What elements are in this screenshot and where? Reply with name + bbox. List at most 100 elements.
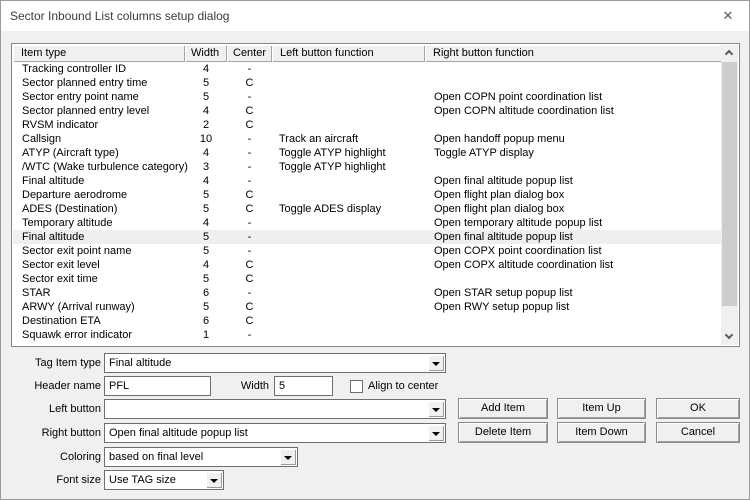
chevron-down-icon[interactable] [206,472,222,488]
cell-width: 6 [202,287,210,299]
font-size-value: Use TAG size [109,474,176,486]
table-row[interactable]: /WTC (Wake turbulence category) 3 - Toggle … [13,160,721,174]
table-row[interactable]: Sector exit point name 5 - Open COPX point … [13,244,721,258]
column-header-right-button[interactable]: Right button function [425,45,723,62]
delete-item-button[interactable]: Delete Item [458,422,548,443]
cell-center: C [245,189,254,201]
column-header-left-button[interactable]: Left button function [272,45,425,62]
right-button-label: Right button [41,427,101,439]
scroll-up-icon[interactable] [721,45,738,61]
cell-item: Departure aerodrome [22,189,128,201]
cell-width: 5 [202,203,210,215]
column-header-item-type[interactable]: Item type [13,45,185,62]
cell-center: C [245,119,254,131]
cell-width: 5 [202,245,210,257]
tag-item-type-label: Tag Item type [34,357,101,369]
chevron-down-icon[interactable] [428,355,444,371]
cell-center: C [245,77,254,89]
table-row[interactable]: Sector entry point name 5 - Open COPN point… [13,90,721,104]
cell-width: 2 [202,119,210,131]
cell-item: Sector entry point name [22,91,139,103]
cell-width: 5 [202,91,210,103]
coloring-value: based on final level [109,451,204,463]
cell-width: 4 [202,175,210,187]
cell-center: C [245,273,254,285]
cell-right: Open final altitude popup list [434,175,573,187]
table-row[interactable]: Final altitude 5 - Open final altitude popu… [13,230,721,244]
cell-width: 4 [202,105,210,117]
table-row[interactable]: ATYP (Aircraft type) 4 - Toggle ATYP highli… [13,146,721,160]
table-row[interactable]: Destination ETA 6 C [13,314,721,328]
cell-right: Open flight plan dialog box [434,189,565,201]
table-row[interactable]: Sector planned entry level 4 C Open COPN al… [13,104,721,118]
align-to-center-checkbox[interactable] [350,380,363,393]
cell-item: ADES (Destination) [22,203,118,215]
cell-left: Toggle ADES display [279,203,382,215]
cell-item: Callsign [22,133,62,145]
cell-item: Destination ETA [22,315,101,327]
cell-right: Open COPX point coordination list [434,245,602,257]
scrollbar-thumb[interactable] [722,62,737,306]
width-input[interactable] [274,376,333,396]
item-up-button[interactable]: Item Up [557,398,646,419]
cell-item: Sector exit point name [22,245,132,257]
cell-right: Open COPX altitude coordination list [434,259,614,271]
cell-item: Final altitude [22,175,85,187]
item-down-button[interactable]: Item Down [557,422,646,443]
ok-button[interactable]: OK [656,398,740,419]
table-row[interactable]: Temporary altitude 4 - Open temporary altit… [13,216,721,230]
chevron-down-icon[interactable] [280,449,296,465]
cell-width: 6 [202,315,210,327]
table-row[interactable]: ARWY (Arrival runway) 5 C Open RWY setup po… [13,300,721,314]
table-row[interactable]: STAR 6 - Open STAR setup popup list [13,286,721,300]
cell-center: - [247,245,252,257]
cell-center: C [245,105,254,117]
cell-right: Open COPN altitude coordination list [434,105,614,117]
table-row[interactable]: Sector exit level 4 C Open COPX altitude co… [13,258,721,272]
cell-center: - [247,133,252,145]
cell-center: - [247,147,252,159]
left-button-select[interactable] [104,399,446,419]
table-row[interactable]: Sector planned entry time 5 C [13,76,721,90]
chevron-down-icon[interactable] [428,425,444,441]
scroll-down-icon[interactable] [721,329,738,345]
table-row[interactable]: Tracking controller ID 4 - [13,62,721,76]
table-row[interactable]: Sector exit time 5 C [13,272,721,286]
cell-item: STAR [22,287,51,299]
cell-center: - [247,329,252,341]
column-header-center[interactable]: Center [227,45,272,62]
font-size-select[interactable]: Use TAG size [104,470,224,490]
tag-item-type-select[interactable]: Final altitude [104,353,446,373]
table-row[interactable]: RVSM indicator 2 C [13,118,721,132]
column-header-width[interactable]: Width [185,45,227,62]
cell-width: 5 [202,189,210,201]
add-item-button[interactable]: Add Item [458,398,548,419]
cell-item: ARWY (Arrival runway) [22,301,135,313]
table-row[interactable]: Departure aerodrome 5 C Open flight plan di… [13,188,721,202]
cell-width: 3 [202,161,210,173]
cell-item: Tracking controller ID [22,63,127,75]
table-row[interactable]: Final altitude 4 - Open final altitude popu… [13,174,721,188]
width-label: Width [240,380,269,392]
cell-right: Open flight plan dialog box [434,203,565,215]
cell-item: Final altitude [22,231,85,243]
table-row[interactable]: ADES (Destination) 5 C Toggle ADES display O… [13,202,721,216]
close-icon[interactable]: ✕ [717,1,739,31]
vertical-scrollbar[interactable] [721,45,738,345]
right-button-select[interactable]: Open final altitude popup list [104,423,446,443]
cell-item: Temporary altitude [22,217,113,229]
tag-item-type-value: Final altitude [109,357,172,369]
cell-item: Sector exit time [22,273,98,285]
cell-center: C [245,315,254,327]
cell-right: Open temporary altitude popup list [434,217,603,229]
cell-width: 10 [199,133,213,145]
cancel-button[interactable]: Cancel [656,422,740,443]
cell-width: 4 [202,147,210,159]
chevron-down-icon[interactable] [428,401,444,417]
right-button-value: Open final altitude popup list [109,427,248,439]
coloring-select[interactable]: based on final level [104,447,298,467]
table-row[interactable]: Callsign 10 - Track an aircraft Open handoff… [13,132,721,146]
font-size-label: Font size [56,474,101,486]
cell-right: Open final altitude popup list [434,231,573,243]
table-row[interactable]: Squawk error indicator 1 - [13,328,721,342]
